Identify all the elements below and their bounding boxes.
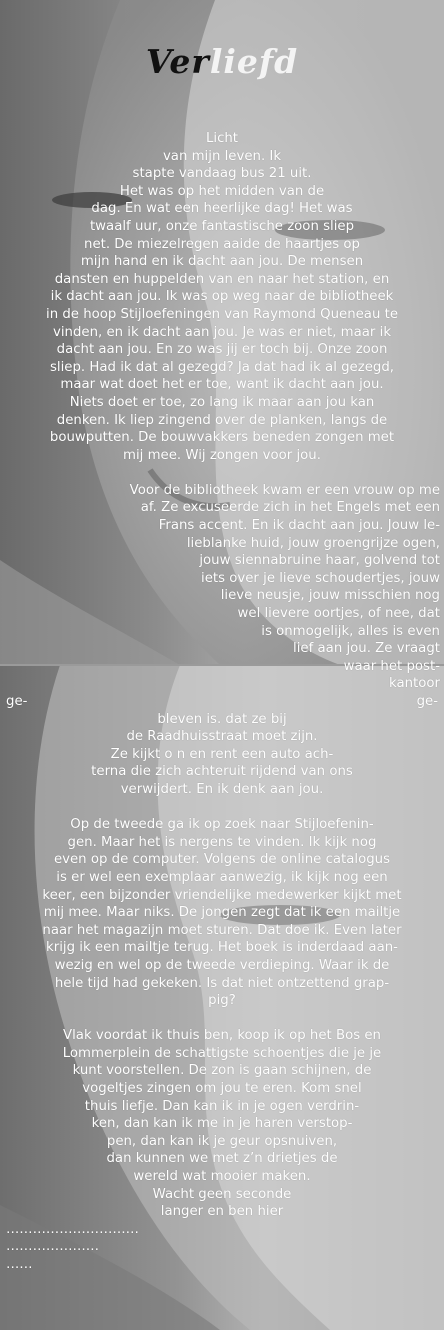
stanza-gap xyxy=(0,1010,444,1028)
poem-line: Ze kijkt o n en rent een auto ach- xyxy=(110,746,334,762)
poem-line-fragment: ge- xyxy=(6,694,28,709)
poem-line: bouwputten. De bouwvakkers beneden zonge… xyxy=(49,430,395,446)
poem-line: ken, dan kan ik me in je haren verstop- xyxy=(91,1116,353,1132)
poem-line: …… xyxy=(6,1257,33,1272)
stanza-gap xyxy=(0,799,444,817)
poem-line: lief aan jou. Ze vraagt xyxy=(293,641,440,657)
poem-line: is onmogelijk, alles is even xyxy=(261,623,440,639)
poem-line: dansten en huppelden van en naar het sta… xyxy=(54,271,390,287)
poem-line: mijn hand en ik dacht aan jou. De mensen xyxy=(80,254,364,270)
poem-line: Licht xyxy=(205,131,239,146)
poem-line: is er wel een exemplaar aanwezig, ik kij… xyxy=(56,869,388,885)
poem-line: twaalf uur, onze fantastische zoon sliep xyxy=(89,218,355,234)
poem-line: de Raadhuisstraat moet zijn. xyxy=(126,729,318,745)
poem-line: gen. Maar het is nergens te vinden. Ik k… xyxy=(67,834,377,850)
poem-line: dag. En wat een heerlijke dag! Het was xyxy=(91,201,353,217)
poem-line: pen, dan kan ik je geur opsnuiven, xyxy=(106,1133,338,1149)
stanza-gap xyxy=(0,464,444,482)
poem-line: keer, een bijzonder vriendelijke medewer… xyxy=(42,887,402,903)
poem-line: pig? xyxy=(208,993,236,1009)
poem-line: mij mee. Maar niks. De jongen zegt dat i… xyxy=(43,905,401,921)
poem-line: wel lievere oortjes, of nee, dat xyxy=(237,606,440,622)
title-part-dark: Ver xyxy=(145,42,210,81)
poem-line: ………………… xyxy=(6,1239,100,1255)
poem-line: ………………………… xyxy=(6,1221,139,1237)
poem-line: dacht aan jou. En zo was jij er toch bij… xyxy=(56,342,388,358)
poem-line: stapte vandaag bus 21 uit. xyxy=(132,166,312,182)
poem-line: jouw siennabruine haar, golvend tot xyxy=(199,553,440,569)
poem-line: kunt voorstellen. De zon is gaan schijne… xyxy=(72,1063,372,1079)
poem-line: mij mee. Wij zongen voor jou. xyxy=(123,447,321,463)
poem-line: Het was op het midden van de xyxy=(119,183,325,199)
poem-line: Wacht geen seconde xyxy=(152,1186,292,1202)
poem-line: vogeltjes zingen om jou te eren. Kom sne… xyxy=(82,1081,362,1097)
poem-line: Voor de bibliotheek kwam er een vrouw op… xyxy=(129,482,440,498)
poem-line: iets over je lieve schoudertjes, jouw xyxy=(201,570,440,586)
poem-line: even op de computer. Volgens de online c… xyxy=(53,852,391,868)
poem-line: naar het magazijn moet sturen. Dat doe i… xyxy=(42,922,402,938)
poem-line: van mijn leven. Ik xyxy=(162,148,282,164)
poem-line: bleven is. dat ze bij xyxy=(157,711,287,727)
title-part-light: liefd xyxy=(209,42,299,81)
poem-line: thuis liefje. Dan kan ik in je ogen verd… xyxy=(84,1098,360,1114)
poem-line: waar het post- xyxy=(343,658,440,674)
poem-line: Lommerplein de schattigste schoentjes di… xyxy=(62,1045,382,1061)
poem-page: Verliefd Licht van mijn leven. Ik stapte v… xyxy=(0,0,444,1330)
poem-line: terna die zich achteruit rijdend van ons xyxy=(91,764,353,780)
poem-line: lieblanke huid, jouw groengrijze ogen, xyxy=(186,535,440,551)
poem-line: ge-ge- xyxy=(0,693,444,711)
poem-line: net. De miezelregen aaide de haartjes op xyxy=(84,236,360,252)
poem-line: Niets doet er toe, zo lang ik maar aan j… xyxy=(69,394,375,410)
poem-line: langer en ben hier xyxy=(160,1204,284,1220)
poem-line: denken. Ik liep zingend over de planken,… xyxy=(56,412,388,428)
poem-line-fragment: ge- xyxy=(416,694,438,709)
poem-line: Op de tweede ga ik op zoek naar Stijloef… xyxy=(70,817,374,833)
page-title: Verliefd xyxy=(0,42,444,81)
poem-line: wezig en wel op de tweede verdieping. Wa… xyxy=(54,957,390,973)
poem-line: krijg ik een mailtje terug. Het boek is … xyxy=(46,940,398,956)
poem-line: af. Ze excuseerde zich in het Engels met… xyxy=(140,500,440,516)
poem-line: ik dacht aan jou. Ik was op weg naar de … xyxy=(50,289,394,305)
poem-line: verwijdert. En ik denk aan jou. xyxy=(120,781,324,797)
poem-line: Frans accent. En ik dacht aan jou. Jouw … xyxy=(158,518,440,534)
poem-line: wereld wat mooier maken. xyxy=(133,1169,311,1185)
poem-line: dan kunnen we met z’n drietjes de xyxy=(106,1151,338,1167)
poem-line: Vlak voordat ik thuis ben, koop ik op he… xyxy=(63,1028,381,1044)
poem-text: Licht van mijn leven. Ik stapte vandaag bu… xyxy=(0,130,444,1274)
poem-line: lieve neusje, jouw misschien nog xyxy=(220,588,440,604)
poem-line: maar wat doet het er toe, want ik dacht … xyxy=(60,377,384,393)
poem-line: hele tijd had gekeken. Is dat niet ontze… xyxy=(54,975,390,991)
poem-line: sliep. Had ik dat al gezegd? Ja dat had … xyxy=(49,359,395,375)
poem-line: vinden, en ik dacht aan jou. Je was er n… xyxy=(52,324,392,340)
poem-line: in de hoop Stijloefeningen van Raymond Q… xyxy=(46,306,398,322)
poem-line: kantoor xyxy=(389,676,440,692)
